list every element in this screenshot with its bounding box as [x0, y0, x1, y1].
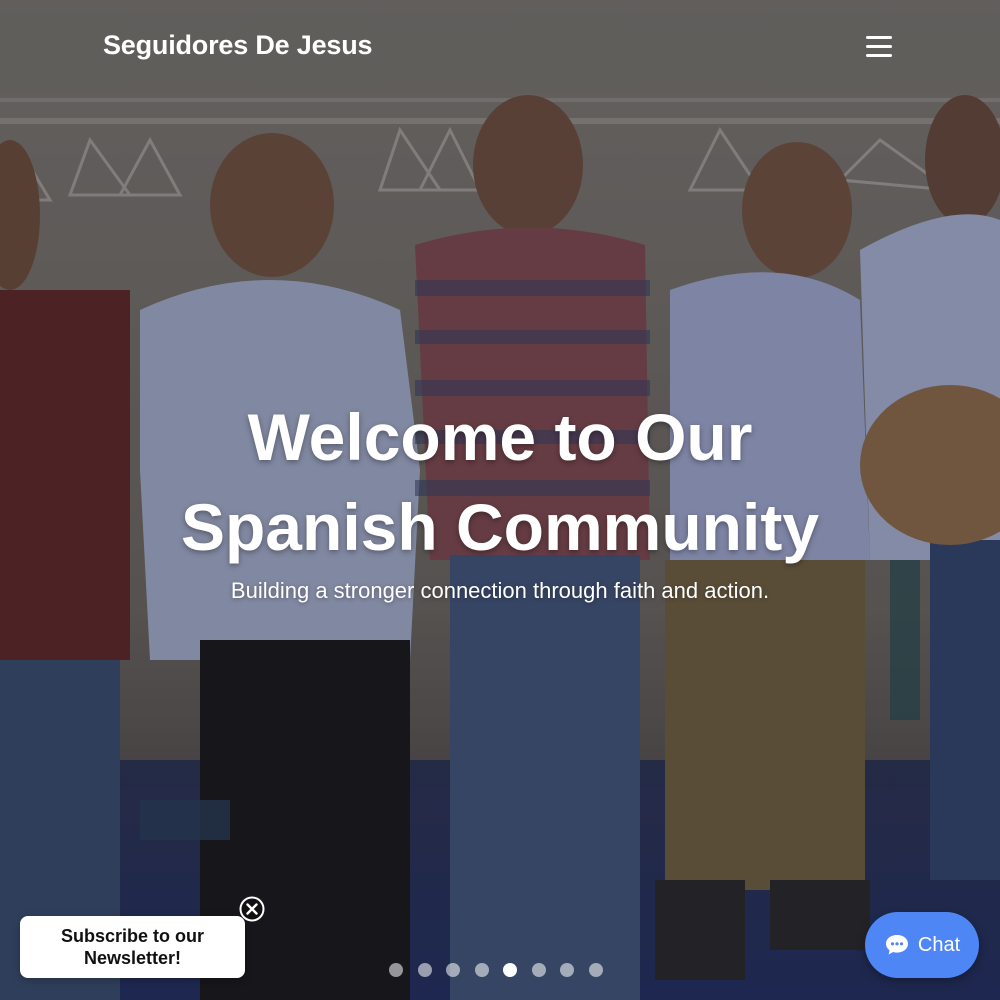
newsletter-label-line-2: Newsletter! — [83, 948, 181, 968]
carousel-dot-7[interactable] — [560, 963, 574, 977]
newsletter-subscribe-button[interactable]: Subscribe to our Newsletter! — [20, 916, 245, 978]
hero-title-line-1: Welcome to Our — [247, 400, 753, 474]
carousel-dot-1[interactable] — [389, 963, 403, 977]
site-title-link[interactable]: Seguidores De Jesus — [103, 30, 373, 61]
hero-subtitle: Building a stronger connection through f… — [230, 578, 770, 603]
carousel-dot-8[interactable] — [588, 963, 603, 977]
menu-button[interactable] — [862, 32, 896, 62]
page: Seguidores De Jesus Welcome to Our Spani… — [0, 0, 1000, 1000]
chat-button[interactable]: Chat — [865, 912, 979, 978]
hero-title: Welcome to Our Spanish Community — [100, 392, 900, 572]
carousel-dot-3[interactable] — [446, 963, 460, 977]
hero-title-line-2: Spanish Community — [180, 490, 820, 564]
site-header: Seguidores De Jesus — [0, 0, 1000, 94]
close-circle-icon[interactable] — [239, 896, 265, 922]
chat-bubble-icon — [885, 935, 908, 955]
newsletter-label-line-1: Subscribe to our — [60, 926, 204, 946]
carousel-dot-4[interactable] — [474, 963, 489, 977]
carousel-dot-5[interactable] — [503, 963, 517, 977]
carousel-dots — [389, 963, 603, 978]
chat-label: Chat — [917, 933, 961, 956]
carousel-dot-2[interactable] — [417, 963, 432, 977]
carousel-dot-6[interactable] — [531, 963, 546, 977]
